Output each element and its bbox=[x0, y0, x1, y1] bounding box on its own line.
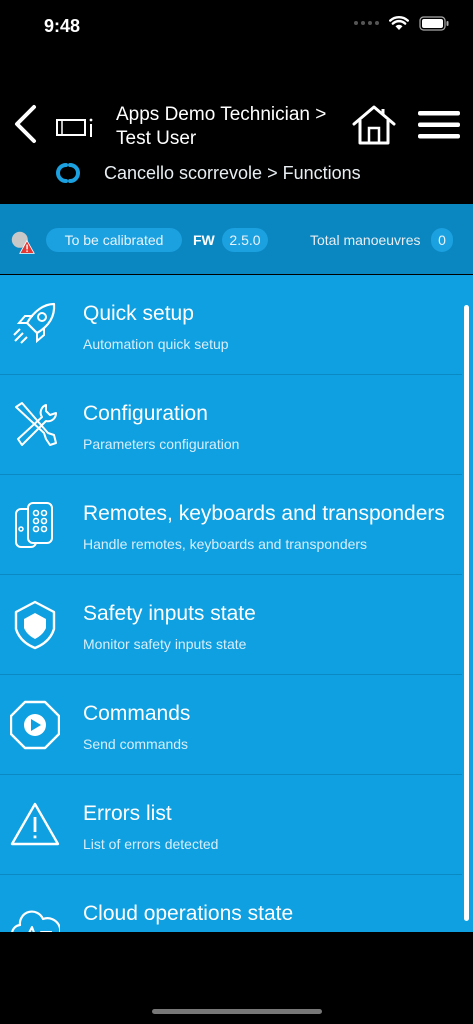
status-time: 9:48 bbox=[44, 16, 81, 36]
device-icon bbox=[56, 118, 93, 137]
home-icon[interactable] bbox=[352, 104, 396, 146]
item-subtitle: Parameters configuration bbox=[83, 436, 240, 452]
item-title: Commands bbox=[83, 702, 191, 725]
list-item-configuration[interactable]: Configuration Parameters configuration bbox=[0, 375, 462, 475]
list-item-remotes[interactable]: Remotes, keyboards and transponders Hand… bbox=[0, 475, 462, 575]
breadcrumb: Cancello scorrevole > Functions bbox=[104, 163, 361, 183]
functions-list[interactable]: Quick setup Automation quick setup Confi… bbox=[0, 275, 462, 932]
signal-icon bbox=[354, 21, 379, 25]
manoeuvres-label: Total manoeuvres bbox=[310, 232, 421, 248]
item-title: Configuration bbox=[83, 402, 208, 425]
cloud-heartbeat-icon bbox=[11, 910, 60, 932]
list-item-commands[interactable]: Commands Send commands bbox=[0, 675, 462, 775]
cloud-link-icon bbox=[56, 163, 80, 183]
battery-icon bbox=[419, 15, 449, 31]
fw-version-badge: 2.5.0 bbox=[222, 228, 268, 252]
list-item-quick-setup[interactable]: Quick setup Automation quick setup bbox=[0, 275, 462, 375]
item-title: Safety inputs state bbox=[83, 602, 256, 625]
item-title: Cloud operations state bbox=[83, 902, 294, 925]
back-arrow-icon[interactable] bbox=[12, 104, 40, 144]
remote-control-icon bbox=[15, 502, 53, 548]
item-title: Errors list bbox=[83, 802, 172, 825]
rocket-icon bbox=[13, 302, 56, 344]
hamburger-menu-icon[interactable] bbox=[418, 110, 460, 140]
fw-label: FW bbox=[193, 232, 215, 248]
item-title: Quick setup bbox=[83, 302, 194, 325]
play-command-icon bbox=[10, 700, 60, 750]
status-icons bbox=[354, 15, 449, 31]
item-subtitle: Handle remotes, keyboards and transponde… bbox=[83, 536, 368, 552]
manoeuvres-count-badge: 0 bbox=[431, 228, 453, 252]
list-item-errors-list[interactable]: Errors list List of errors detected bbox=[0, 775, 462, 875]
warning-icon bbox=[10, 802, 60, 846]
status-bar: 9:48 bbox=[0, 0, 473, 50]
tools-icon bbox=[15, 402, 57, 446]
list-item-cloud-operations[interactable]: Cloud operations state bbox=[0, 875, 462, 932]
item-title: Remotes, keyboards and transponders bbox=[83, 502, 445, 525]
list-item-safety-inputs[interactable]: Safety inputs state Monitor safety input… bbox=[0, 575, 462, 675]
shield-icon bbox=[14, 600, 56, 650]
item-subtitle: Send commands bbox=[83, 736, 189, 752]
item-subtitle: Automation quick setup bbox=[83, 336, 229, 352]
item-subtitle: Monitor safety inputs state bbox=[83, 636, 247, 652]
page-title: Apps Demo Technician > Test User bbox=[116, 104, 327, 149]
wifi-icon bbox=[389, 16, 409, 30]
calibration-status-badge: To be calibrated bbox=[46, 228, 182, 252]
scrollbar[interactable] bbox=[462, 275, 473, 932]
home-indicator[interactable] bbox=[152, 1009, 322, 1014]
calibration-warning-icon bbox=[11, 231, 35, 254]
scroll-thumb[interactable] bbox=[464, 305, 469, 921]
item-subtitle: List of errors detected bbox=[83, 836, 219, 852]
